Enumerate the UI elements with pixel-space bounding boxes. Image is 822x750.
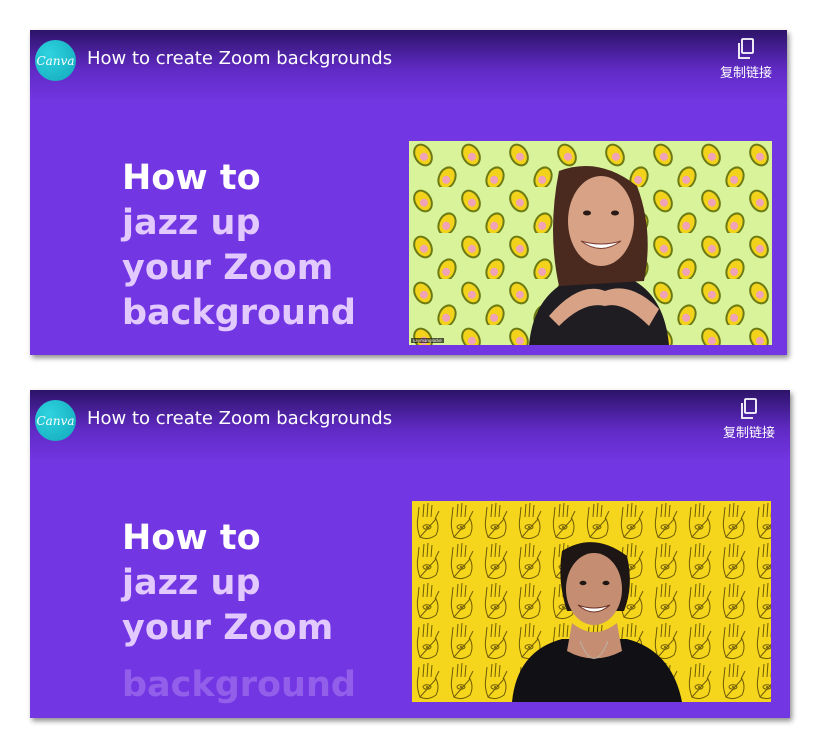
copy-link-label: 复制链接	[722, 426, 775, 441]
logo-text: Canva	[36, 53, 75, 68]
zoom-video-frame	[412, 501, 771, 702]
canva-logo[interactable]: Canva	[35, 40, 76, 81]
video-player[interactable]: Canva How to create Zoom backgrounds 复制链…	[30, 390, 790, 718]
headline-line: background	[122, 293, 356, 333]
video-title[interactable]: How to create Zoom backgrounds	[87, 408, 392, 429]
logo-text: Canva	[36, 413, 75, 428]
headline-line: background	[122, 665, 356, 705]
copy-link-button[interactable]: 复制链接	[715, 38, 777, 81]
hamsa-background-image	[412, 501, 771, 702]
headline-line: jazz up	[122, 203, 261, 243]
headline-line: your Zoom	[122, 608, 334, 648]
headline-line: How to	[122, 518, 261, 558]
headline: How to jazz up your Zoom background	[122, 516, 356, 708]
video-player[interactable]: Canva How to create Zoom backgrounds 复制链…	[30, 30, 787, 355]
copy-link-button[interactable]: 复制链接	[718, 398, 780, 441]
video-title[interactable]: How to create Zoom backgrounds	[87, 48, 392, 69]
canva-logo[interactable]: Canva	[35, 400, 76, 441]
copy-icon	[741, 398, 757, 419]
headline-line: your Zoom	[122, 248, 334, 288]
copy-icon	[738, 38, 754, 59]
copy-link-label: 复制链接	[719, 66, 772, 81]
avocado-background-image	[409, 141, 772, 345]
participant-name-tag: kaymanglocke	[411, 338, 444, 343]
headline-line: How to	[122, 158, 261, 198]
zoom-video-frame: kaymanglocke	[409, 141, 772, 345]
headline-line: jazz up	[122, 563, 261, 603]
headline: How to jazz up your Zoom background	[122, 156, 356, 336]
